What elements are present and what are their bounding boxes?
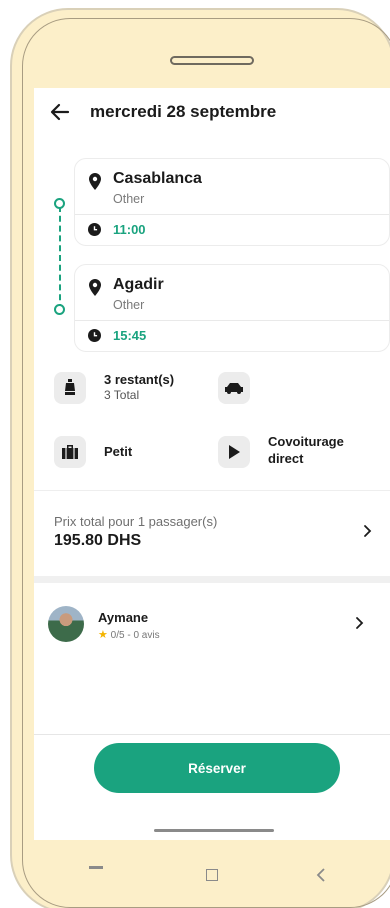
departure-sub: Other — [113, 192, 145, 206]
back-arrow-icon[interactable] — [48, 100, 72, 124]
luggage-icon — [54, 436, 86, 468]
trip-details-screen: mercredi 28 septembre Casablanca Other 1… — [34, 88, 390, 840]
seat-icon — [54, 372, 86, 404]
arrival-city: Agadir — [113, 276, 164, 293]
seats-info: 3 restant(s) 3 Total — [54, 372, 214, 404]
chevron-right-icon[interactable] — [362, 524, 372, 538]
map-pin-icon — [89, 173, 101, 190]
divider — [34, 734, 390, 735]
luggage-info: Petit — [54, 436, 214, 468]
seats-total: 3 Total — [104, 388, 140, 402]
play-icon — [218, 436, 250, 468]
arrival-dot — [54, 304, 65, 315]
car-icon — [218, 372, 250, 404]
driver-rating-text: 0/5 - 0 avis — [110, 630, 160, 641]
car-info — [218, 372, 258, 404]
departure-dot — [54, 198, 65, 209]
nav-back-icon[interactable] — [316, 868, 326, 882]
recent-apps-icon[interactable] — [89, 866, 103, 869]
luggage-size: Petit — [104, 444, 133, 459]
departure-city: Casablanca — [113, 170, 202, 187]
home-indicator — [154, 829, 274, 832]
arrival-card: Agadir Other 15:45 — [74, 264, 390, 352]
arrival-sub: Other — [113, 298, 145, 312]
top-bar: mercredi 28 septembre — [34, 88, 390, 138]
navigation-bar — [34, 840, 390, 900]
divider — [34, 490, 390, 491]
avatar[interactable] — [48, 606, 84, 642]
reserve-button[interactable]: Réserver — [94, 743, 340, 793]
driver-rating: ★ 0/5 - 0 avis — [98, 628, 160, 641]
clock-icon — [88, 223, 101, 236]
page-title: mercredi 28 septembre — [90, 102, 277, 121]
departure-time: 11:00 — [113, 222, 146, 237]
arrival-time: 15:45 — [113, 328, 147, 343]
seats-left: 3 restant(s) — [104, 372, 175, 387]
chevron-right-icon[interactable] — [354, 616, 364, 630]
price-label: Prix total pour 1 passager(s) — [54, 514, 218, 529]
route-line — [59, 206, 61, 310]
price-value: 195.80 DHS — [54, 532, 142, 549]
home-icon[interactable] — [206, 869, 218, 881]
ride-type: Covoiturage direct — [268, 434, 344, 466]
departure-card: Casablanca Other 11:00 — [74, 158, 390, 246]
phone-speaker — [170, 56, 254, 65]
driver-name[interactable]: Aymane — [98, 610, 148, 625]
ride-type-info: Covoiturage direct — [218, 434, 388, 468]
map-pin-icon — [89, 279, 101, 296]
clock-icon — [88, 329, 101, 342]
star-icon: ★ — [98, 629, 108, 641]
section-divider — [34, 576, 390, 583]
